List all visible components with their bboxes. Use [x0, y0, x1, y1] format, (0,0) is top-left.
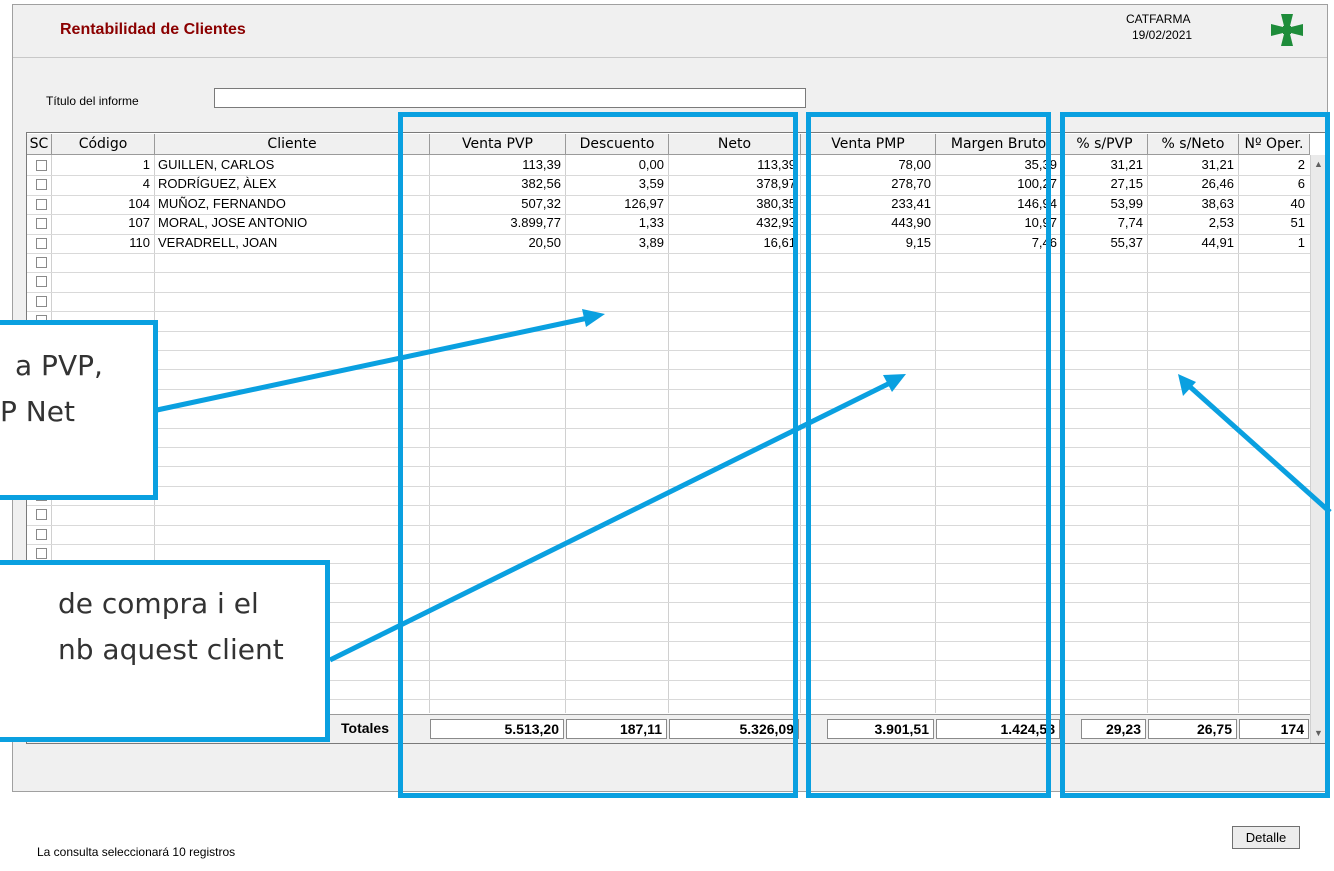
arrow-to-percent	[1186, 383, 1332, 514]
callout-margin-line-2: nb aquest client	[58, 633, 284, 666]
callout-sales-line-1: a PVP,	[15, 349, 103, 382]
callout-sales-line-2: P Net	[0, 395, 75, 428]
arrow-head-sales	[582, 309, 605, 327]
arrow-to-margin	[328, 380, 892, 663]
callout-margin-line-1: de compra i el	[58, 587, 259, 620]
arrow-to-sales	[156, 315, 589, 413]
callout-sales: a PVP, P Net	[0, 320, 158, 500]
callout-margin: de compra i el nb aquest client	[0, 560, 330, 742]
